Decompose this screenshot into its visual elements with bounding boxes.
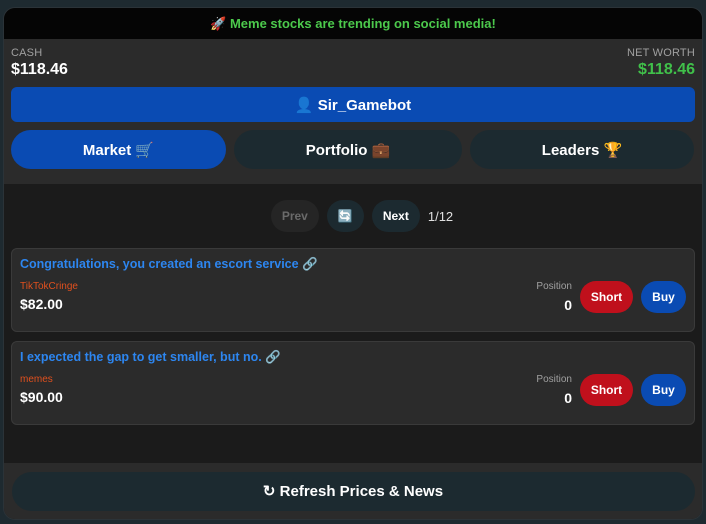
- user-profile-button[interactable]: 👤 Sir_Gamebot: [11, 87, 695, 122]
- reload-page-button[interactable]: 🔄: [326, 200, 364, 232]
- position-label: Position: [536, 374, 572, 385]
- net-worth-stat: NET WORTH $118.46: [627, 47, 695, 79]
- stats-row: CASH $118.46 NET WORTH $118.46: [11, 47, 695, 79]
- net-worth-label: NET WORTH: [626, 47, 695, 59]
- stock-title-link[interactable]: I expected the gap to get smaller, but n…: [20, 350, 686, 365]
- position-value: 0: [564, 297, 572, 313]
- cash-value: $118.46: [11, 61, 68, 78]
- refresh-icon: 🔄: [337, 209, 353, 223]
- cash-label: CASH: [11, 47, 43, 59]
- stock-actions: Position 0 Short Buy: [536, 374, 686, 406]
- header-panel: CASH $118.46 NET WORTH $118.46 👤 Sir_Gam…: [4, 39, 702, 184]
- tab-leaders[interactable]: Leaders 🏆: [470, 130, 694, 169]
- user-name: 👤 Sir_Gamebot: [294, 96, 412, 114]
- refresh-prices-label: ↻ Refresh Prices & News: [262, 483, 444, 500]
- tab-market-label: Market 🛒: [82, 141, 155, 159]
- prev-button[interactable]: Prev: [270, 200, 319, 232]
- stock-actions: Position 0 Short Buy: [536, 281, 686, 313]
- stock-title-link[interactable]: Congratulations, you created an escort s…: [20, 257, 686, 272]
- refresh-prices-button[interactable]: ↻ Refresh Prices & News: [11, 471, 695, 511]
- position-display: Position 0: [536, 374, 572, 406]
- tab-leaders-label: Leaders 🏆: [541, 141, 623, 159]
- short-label: Short: [590, 383, 623, 397]
- next-label: Next: [382, 209, 409, 223]
- app-window: 🚀 Meme stocks are trending on social med…: [3, 7, 703, 520]
- buy-button[interactable]: Buy: [641, 281, 686, 313]
- news-banner-text: 🚀 Meme stocks are trending on social med…: [210, 15, 496, 31]
- footer-bar: ↻ Refresh Prices & News: [4, 463, 702, 519]
- short-button[interactable]: Short: [580, 281, 633, 313]
- short-button[interactable]: Short: [580, 374, 633, 406]
- stock-list: Congratulations, you created an escort s…: [11, 248, 695, 425]
- tab-market[interactable]: Market 🛒: [11, 130, 226, 169]
- position-value: 0: [564, 390, 572, 406]
- buy-label: Buy: [652, 290, 675, 304]
- position-label: Position: [536, 281, 572, 292]
- buy-button[interactable]: Buy: [641, 374, 686, 406]
- tab-portfolio-label: Portfolio 💼: [305, 141, 391, 159]
- news-banner: 🚀 Meme stocks are trending on social med…: [4, 8, 702, 39]
- page-indicator: 1/12: [427, 208, 454, 224]
- stock-card: Congratulations, you created an escort s…: [11, 248, 695, 332]
- next-button[interactable]: Next: [371, 200, 420, 232]
- net-worth-value: $118.46: [638, 61, 695, 78]
- cash-stat: CASH $118.46: [11, 47, 68, 79]
- prev-label: Prev: [281, 209, 308, 223]
- main-tabs: Market 🛒 Portfolio 💼 Leaders 🏆: [11, 130, 695, 169]
- tab-portfolio[interactable]: Portfolio 💼: [234, 130, 462, 169]
- short-label: Short: [590, 290, 623, 304]
- stock-card: I expected the gap to get smaller, but n…: [11, 341, 695, 425]
- buy-label: Buy: [652, 383, 675, 397]
- pagination: Prev 🔄 Next 1/12: [4, 200, 702, 232]
- position-display: Position 0: [536, 281, 572, 313]
